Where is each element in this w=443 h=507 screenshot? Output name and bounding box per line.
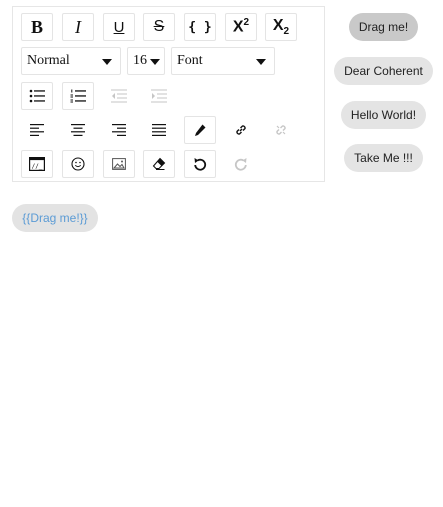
strikethrough-label: S: [153, 18, 165, 35]
code-label: { }: [188, 19, 212, 35]
link-icon: [236, 125, 246, 135]
image-button[interactable]: [103, 150, 135, 178]
block-format-value: Normal: [27, 53, 70, 68]
chevron-down-icon: [150, 59, 160, 65]
subscript-exp: 2: [283, 26, 290, 38]
subscript-label: X2: [273, 17, 289, 37]
align-right-icon: [112, 124, 126, 136]
drag-me-label: Drag me!: [358, 20, 409, 34]
underline-button[interactable]: U: [103, 13, 135, 41]
embed-button[interactable]: //_: [21, 150, 53, 178]
hello-world-pill[interactable]: Hello World!: [341, 101, 426, 129]
chevron-down-icon: [102, 59, 112, 65]
align-justify-icon: [152, 124, 166, 136]
italic-label: I: [75, 16, 81, 37]
undo-icon: [194, 158, 207, 171]
font-family-value: Font: [177, 53, 203, 68]
block-format-select[interactable]: Normal: [21, 47, 121, 75]
redo-icon: [234, 158, 247, 171]
align-center-button[interactable]: [62, 116, 94, 144]
strikethrough-button[interactable]: S: [143, 13, 175, 41]
smiley-icon: [71, 157, 85, 171]
template-drag-me-pill[interactable]: {{Drag me!}}: [12, 204, 98, 232]
bold-button[interactable]: B: [21, 13, 53, 41]
font-size-value: 16: [133, 53, 147, 68]
hello-world-label: Hello World!: [350, 108, 417, 122]
outdent-button[interactable]: [103, 82, 135, 110]
subscript-button[interactable]: X2: [265, 13, 297, 41]
align-right-button[interactable]: [103, 116, 135, 144]
editor-toolbar: B I U S { } X2 X2 Normal 16 Font //_: [12, 6, 325, 182]
unlink-button[interactable]: [265, 116, 297, 144]
take-me-label: Take Me !!!: [354, 151, 413, 165]
superscript-label: X2: [233, 17, 249, 36]
underline-label: U: [113, 18, 125, 36]
numbered-list-icon: [70, 89, 86, 103]
color-button[interactable]: [184, 116, 216, 144]
subscript-base: X: [272, 16, 284, 34]
font-family-select[interactable]: Font: [171, 47, 275, 75]
undo-button[interactable]: [184, 150, 216, 178]
superscript-exp: 2: [243, 17, 250, 29]
superscript-button[interactable]: X2: [225, 13, 257, 41]
eyedropper-icon: [195, 124, 206, 136]
italic-button[interactable]: I: [62, 13, 94, 41]
clear-format-button[interactable]: [143, 150, 175, 178]
unordered-list-button[interactable]: [21, 82, 53, 110]
align-center-icon: [71, 124, 85, 136]
superscript-base: X: [232, 18, 244, 36]
emoji-button[interactable]: [62, 150, 94, 178]
indent-button[interactable]: [143, 82, 175, 110]
svg-text://_: //_: [32, 163, 43, 170]
link-button[interactable]: [225, 116, 257, 144]
bullet-list-icon: [29, 89, 45, 103]
outdent-icon: [111, 89, 127, 103]
eraser-icon: [152, 157, 166, 170]
template-drag-me-label: {{Drag me!}}: [22, 211, 88, 225]
align-justify-button[interactable]: [143, 116, 175, 144]
dear-coherent-label: Dear Coherent: [344, 64, 423, 78]
bold-label: B: [30, 16, 43, 37]
drag-me-pill[interactable]: Drag me!: [349, 13, 418, 41]
image-icon: [112, 158, 126, 170]
font-size-select[interactable]: 16: [127, 47, 165, 75]
indent-icon: [151, 89, 167, 103]
unlink-icon: [276, 125, 286, 135]
redo-button[interactable]: [225, 150, 257, 178]
ordered-list-button[interactable]: [62, 82, 94, 110]
code-button[interactable]: { }: [184, 13, 216, 41]
embed-icon: //_: [29, 157, 45, 171]
dear-coherent-pill[interactable]: Dear Coherent: [334, 57, 433, 85]
chevron-down-icon: [256, 59, 266, 65]
align-left-button[interactable]: [21, 116, 53, 144]
take-me-pill[interactable]: Take Me !!!: [344, 144, 423, 172]
align-left-icon: [30, 124, 44, 136]
